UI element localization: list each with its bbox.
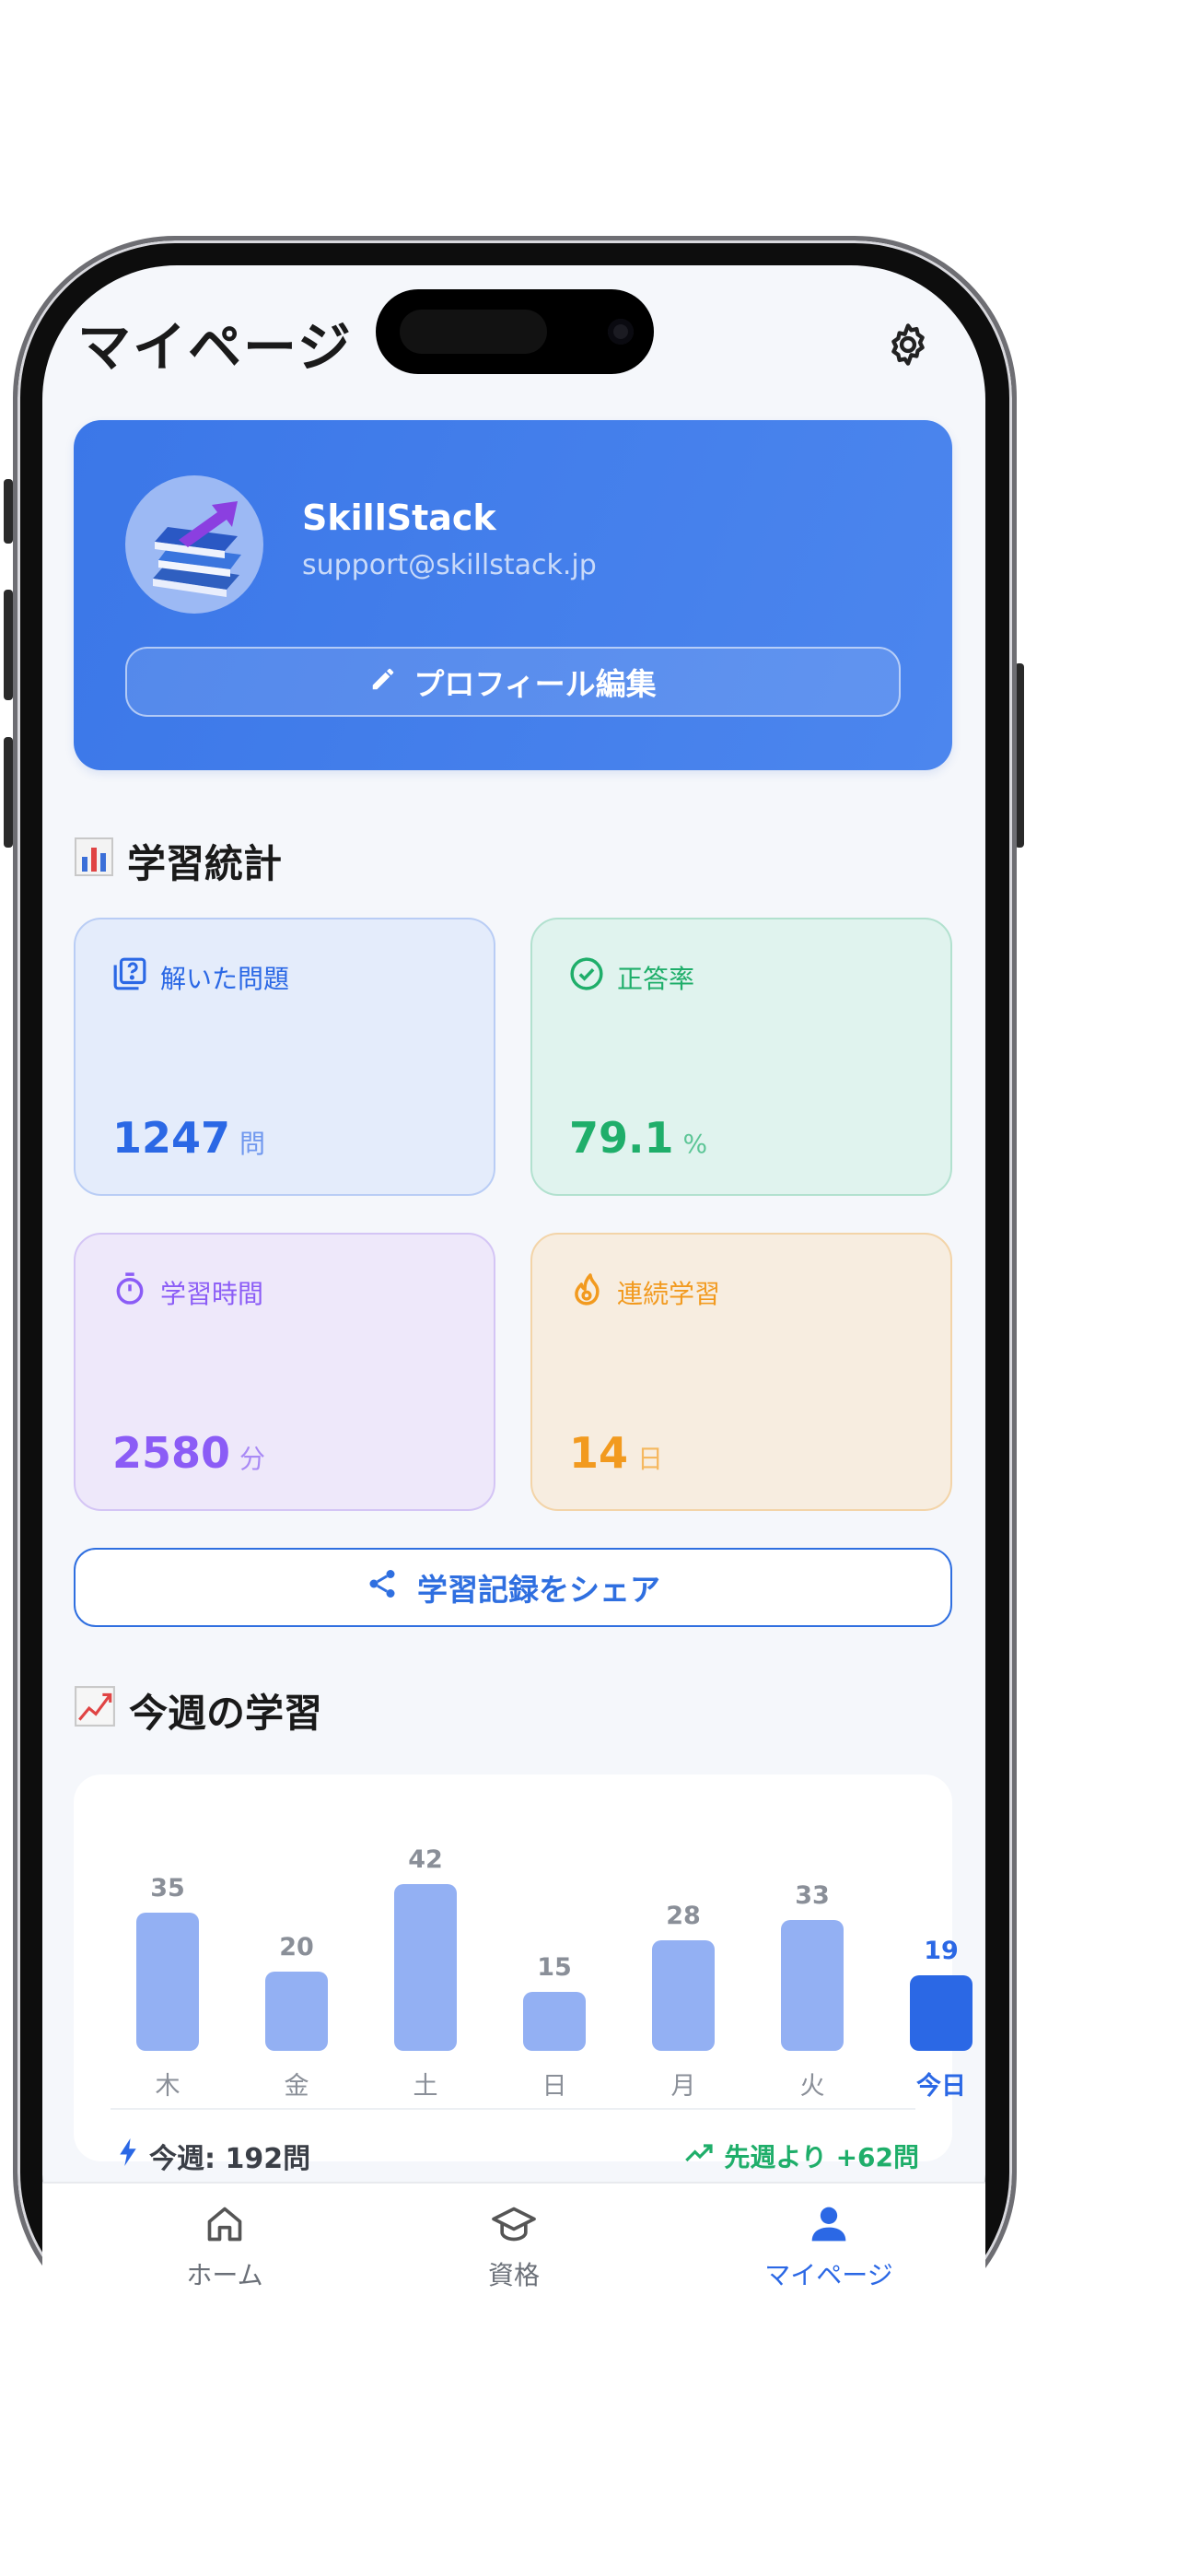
edit-profile-button[interactable]: プロフィール編集 [125,647,901,717]
avatar [125,475,263,614]
front-camera [608,319,634,345]
bar-value-label: 19 [924,1937,959,1966]
tab-bar: ホーム 資格 マイページ [42,2182,985,2349]
weekly-chart-card: 35 木 20 金 42 土 15 日 28 月 33 火 19 今日 今週: 192問 先週より +62… [74,1774,973,2175]
trend-chart-icon [74,1685,116,1737]
bar-day-label: 火 [799,2072,825,2101]
pencil-icon [369,664,397,700]
tab-qualifications[interactable]: 資格 [422,2204,606,2292]
weekly-comparison: 先週より +62問 [685,2137,919,2174]
bar-day-label: 月 [670,2072,696,2101]
streak-unit: 日 [637,1444,664,1474]
graduation-cap-icon [492,2207,536,2248]
lightning-icon [118,2138,138,2173]
stat-card-accuracy: 正答率 79.1 % [530,918,952,1196]
stopwatch-icon [112,1271,147,1313]
chart-divider [111,2108,915,2110]
stat-value-time: 2580 分 [112,1428,265,1478]
share-label: 学習記録をシェア [417,1572,660,1608]
stat-value-accuracy: 79.1 % [569,1113,707,1163]
bar-value-label: 42 [408,1845,443,1875]
stat-label-solved: 解いた問題 [112,956,289,998]
silent-switch [4,479,13,544]
bar [910,1975,973,2051]
bar-day-label: 木 [155,2072,181,2101]
island-sensor [400,310,547,354]
stat-label-streak-text: 連続学習 [617,1278,721,1309]
stat-label-time-text: 学習時間 [160,1278,264,1309]
bar [265,1972,328,2051]
bar-value-label: 20 [279,1933,314,1961]
stat-label-time: 学習時間 [112,1271,263,1313]
accuracy-unit: % [682,1129,708,1159]
question-box-icon [112,956,147,998]
stat-label-streak: 連続学習 [569,1271,720,1313]
stat-value-solved: 1247 問 [112,1113,265,1163]
weekly-comparison-text: 先週より +62問 [724,2142,919,2172]
bar [136,1912,199,2051]
volume-down-button [4,737,13,848]
tab-mypage[interactable]: マイページ [737,2204,921,2292]
bar-value-label: 33 [795,1881,830,1911]
share-record-button[interactable]: 学習記録をシェア [74,1548,952,1627]
bar-value-label: 15 [537,1952,572,1982]
bar-value-label: 35 [150,1873,185,1903]
home-icon [204,2207,245,2248]
flame-icon [569,1271,604,1313]
solved-count: 1247 [112,1113,231,1163]
share-icon [366,1567,399,1608]
tab-qualifications-label: 資格 [487,2260,540,2290]
profile-email: support@skillstack.jp [302,549,597,581]
trending-up-icon [685,2141,715,2172]
profile-card: SkillStack support@skillstack.jp プロフィール編… [74,420,952,770]
check-circle-icon [569,956,604,998]
dynamic-island [376,289,654,374]
bar-day-label: 土 [413,2072,438,2101]
tab-home-label: ホーム [186,2260,263,2290]
bar-chart-icon [74,837,114,886]
solved-unit: 問 [239,1129,266,1159]
page-title: マイページ [77,316,353,379]
volume-up-button [4,590,13,700]
bar [394,1884,457,2051]
bar [652,1939,715,2051]
tab-mypage-label: マイページ [764,2260,893,2290]
stats-title-text: 学習統計 [127,841,283,886]
edit-profile-label: プロフィール編集 [413,666,657,702]
stat-label-solved-text: 解いた問題 [160,963,290,994]
bar-day-label: 日 [542,2072,567,2101]
weekly-title-text: 今週の学習 [129,1691,323,1736]
tab-home[interactable]: ホーム [133,2204,317,2292]
accuracy-value: 79.1 [569,1113,674,1163]
bar-day-label: 今日 [916,2072,966,2101]
weekly-total: 今週: 192問 [118,2136,310,2176]
profile-name: SkillStack [302,498,496,538]
time-value: 2580 [112,1428,231,1478]
stat-value-streak: 14 日 [569,1428,663,1478]
bar [523,1991,586,2051]
person-icon [809,2207,849,2248]
bar [781,1920,844,2051]
stats-section-title: 学習統計 [74,833,282,889]
bar-value-label: 28 [666,1901,701,1930]
stat-label-accuracy: 正答率 [569,956,694,998]
stat-card-solved: 解いた問題 1247 問 [74,918,495,1196]
time-unit: 分 [239,1444,266,1474]
weekly-section-title: 今週の学習 [74,1682,322,1739]
stat-card-time: 学習時間 2580 分 [74,1233,495,1511]
bar-day-label: 金 [284,2072,309,2101]
stat-card-streak: 連続学習 14 日 [530,1233,952,1511]
gear-icon[interactable] [884,321,932,369]
stat-label-accuracy-text: 正答率 [617,963,695,994]
weekly-total-text: 今週: 192問 [149,2143,311,2175]
streak-value: 14 [569,1428,629,1478]
